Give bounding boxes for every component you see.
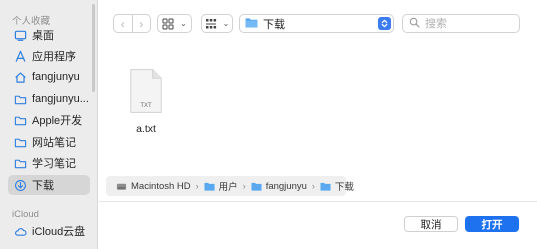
- folder-icon: [13, 92, 27, 106]
- sidebar-item-label: fangjunyu: [32, 71, 80, 83]
- folder-icon: [245, 17, 258, 31]
- file-type-label: TXT: [140, 103, 152, 109]
- folder-icon: [204, 182, 215, 191]
- sidebar-scrollbar[interactable]: [92, 4, 95, 92]
- open-button[interactable]: 打开: [465, 216, 519, 232]
- sidebar-item-study-notes[interactable]: 学习笔记: [8, 153, 90, 173]
- path-item-users[interactable]: 用户: [204, 179, 238, 193]
- home-folder-icon: [251, 182, 262, 191]
- group-by-button[interactable]: ⌄: [201, 14, 233, 33]
- file-item[interactable]: TXT a.txt: [121, 68, 171, 135]
- applications-icon: [13, 49, 27, 63]
- sidebar-item-downloads[interactable]: 下载: [8, 175, 90, 195]
- back-button[interactable]: ‹: [114, 15, 132, 32]
- toolbar: ‹ › ⌄ ⌄ 下载: [99, 0, 537, 46]
- chevron-left-icon: ‹: [120, 16, 125, 31]
- sidebar: 个人收藏 桌面 应用程序 fangjunyu fangjunyu... Appl…: [0, 0, 98, 249]
- location-stepper-icon: [378, 17, 391, 30]
- chevron-down-icon: ⌄: [180, 19, 187, 28]
- sidebar-item-label: 下载: [32, 180, 54, 192]
- path-item-downloads[interactable]: 下载: [320, 179, 354, 193]
- sidebar-item-icloud-drive[interactable]: iCloud云盘: [8, 221, 90, 241]
- path-bar: Macintosh HD › 用户 › fangjunyu › 下载: [106, 176, 354, 196]
- sidebar-item-label: 网站笔记: [32, 137, 76, 149]
- sidebar-item-label: 应用程序: [32, 51, 76, 63]
- sidebar-item-label: 桌面: [32, 30, 54, 42]
- grid-view-icon: [162, 18, 174, 29]
- footer-divider: [99, 201, 537, 202]
- folder-icon: [13, 135, 27, 149]
- view-mode-button[interactable]: ⌄: [157, 14, 192, 33]
- sidebar-item-home[interactable]: fangjunyu: [8, 67, 90, 87]
- sidebar-section-icloud: iCloud: [12, 209, 39, 220]
- folder-icon: [320, 182, 331, 191]
- path-item-disk[interactable]: Macintosh HD: [116, 181, 191, 192]
- navigation-buttons: ‹ ›: [113, 14, 151, 33]
- search-input[interactable]: [425, 17, 515, 30]
- sidebar-item-applications[interactable]: 应用程序: [8, 46, 90, 66]
- home-icon: [13, 70, 27, 84]
- chevron-right-icon: ›: [139, 16, 144, 31]
- sidebar-item-label: 学习笔记: [32, 158, 76, 170]
- folder-icon: [13, 113, 27, 127]
- path-separator-icon: ›: [311, 181, 315, 191]
- hard-disk-icon: [116, 183, 127, 190]
- downloads-icon: [13, 178, 27, 192]
- forward-button[interactable]: ›: [131, 15, 151, 32]
- sidebar-item-desktop[interactable]: 桌面: [8, 25, 90, 45]
- sidebar-item-web-notes[interactable]: 网站笔记: [8, 132, 90, 152]
- group-icon: [205, 18, 216, 28]
- sidebar-item-label: Apple开发: [32, 115, 83, 127]
- location-popup[interactable]: 下载: [239, 14, 394, 33]
- file-name: a.txt: [136, 123, 156, 135]
- path-item-home[interactable]: fangjunyu: [251, 181, 307, 192]
- icloud-icon: [13, 224, 27, 238]
- search-field[interactable]: [402, 14, 520, 33]
- sidebar-item-apple-dev[interactable]: Apple开发: [8, 110, 90, 130]
- folder-icon: [13, 156, 27, 170]
- path-separator-icon: ›: [242, 181, 246, 191]
- desktop-icon: [13, 28, 27, 42]
- sidebar-item-folder-fangjunyu[interactable]: fangjunyu...: [8, 89, 90, 109]
- path-separator-icon: ›: [195, 181, 199, 191]
- location-label: 下载: [263, 18, 285, 31]
- cancel-button[interactable]: 取消: [404, 216, 458, 232]
- search-icon: [409, 17, 420, 31]
- sidebar-item-label: iCloud云盘: [32, 226, 86, 238]
- file-browser: TXT a.txt: [99, 46, 537, 196]
- chevron-down-icon: ⌄: [222, 19, 230, 28]
- sidebar-item-label: fangjunyu...: [32, 93, 89, 105]
